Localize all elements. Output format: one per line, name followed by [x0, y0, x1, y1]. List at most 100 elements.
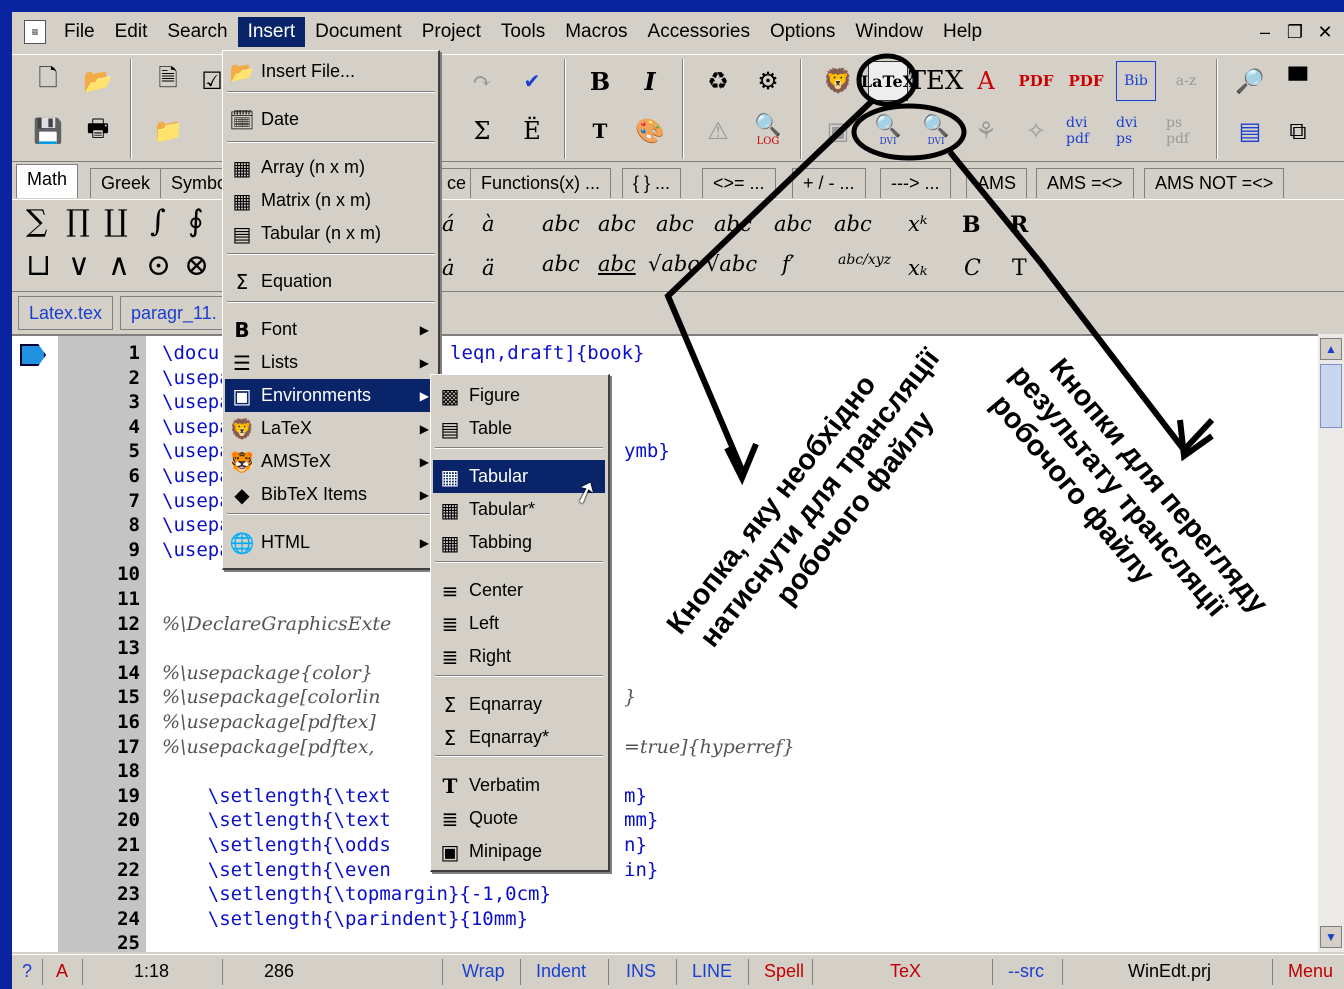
menu-window[interactable]: Window	[845, 17, 933, 47]
warning-icon[interactable]: ⚠	[698, 111, 738, 151]
find-icon[interactable]: 🔎	[1230, 61, 1270, 101]
widehat-symbol[interactable]: abc	[598, 212, 636, 236]
insert-menu-item[interactable]: B Font ▶	[225, 313, 437, 346]
tex-compile-button[interactable]: TEX	[909, 61, 964, 101]
prime-symbol[interactable]: f′	[782, 252, 795, 276]
dvi-to-ps-button[interactable]: dvi ps	[1116, 111, 1156, 151]
dot-accent-symbol[interactable]: ȧ	[442, 256, 455, 280]
sigma-icon[interactable]: Σ	[462, 111, 502, 151]
menu-search[interactable]: Search	[157, 17, 237, 47]
view-log-icon[interactable]: 🔍 LOG	[748, 111, 788, 151]
underline-symbol[interactable]: abc	[598, 252, 636, 276]
menu-accessories[interactable]: Accessories	[638, 17, 760, 47]
insert-menu-item[interactable]: 🗓 Date	[225, 103, 437, 136]
integral-symbol[interactable]: ∫	[150, 204, 166, 239]
code-line[interactable]: 18	[12, 760, 1318, 785]
ps-to-pdf-button[interactable]: ps pdf	[1166, 111, 1206, 151]
environments-menu-item[interactable]: ≣ Right	[433, 640, 605, 673]
code-line[interactable]: 2 \usepa	[12, 367, 1318, 392]
code-line[interactable]: 11	[12, 588, 1318, 613]
close-icon[interactable]: ✕	[1312, 20, 1338, 44]
pdflatex-icon[interactable]: PDF	[1016, 61, 1056, 101]
code-line[interactable]: 13	[12, 637, 1318, 662]
insert-menu-item[interactable]: 🦁 LaTeX ▶	[225, 412, 437, 445]
insert-menu-item[interactable]: ▦ Array (n x m)	[225, 151, 437, 184]
tab-operators[interactable]: + / - ...	[792, 168, 866, 198]
tab-ams-relations[interactable]: AMS =<>	[1036, 168, 1134, 198]
open-folder-icon[interactable]: 📂	[78, 61, 118, 101]
status-src[interactable]: --src	[1008, 961, 1044, 982]
tab-math[interactable]: Math	[16, 164, 79, 198]
environments-menu-item[interactable]: Σ Eqnarray*	[433, 721, 605, 754]
mathrm-symbol[interactable]: T	[1012, 256, 1027, 281]
gears-icon[interactable]: ⚙	[748, 61, 788, 101]
code-line[interactable]: 14 %\usepackage{color}	[12, 662, 1318, 687]
bibtex-button[interactable]: Bib	[1116, 61, 1156, 101]
file-tab-paragr[interactable]: paragr_11.	[120, 296, 228, 330]
vertical-scrollbar[interactable]: ▲ ▼	[1318, 334, 1344, 952]
code-line[interactable]: 1 \docu leqn,draft]{book}	[12, 342, 1318, 367]
ddot-accent-symbol[interactable]: ä	[482, 256, 495, 280]
acrobat-icon[interactable]: A	[966, 61, 1006, 101]
menu-insert[interactable]: Insert	[237, 17, 306, 47]
environments-menu-item[interactable]: T Verbatim	[433, 769, 605, 802]
calculator-icon[interactable]: ▤	[1230, 111, 1270, 151]
code-line[interactable]: 16 %\usepackage[pdftex]	[12, 711, 1318, 736]
document-icon[interactable]: 🗎	[148, 61, 188, 101]
latex-compile-button[interactable]: LaTeX	[861, 61, 915, 101]
recycle-icon[interactable]: ♻	[698, 61, 738, 101]
tab-arrows[interactable]: ---> ...	[880, 168, 951, 198]
environments-menu-item[interactable]: ▩ Figure	[433, 379, 605, 412]
spellcheck-icon[interactable]: ✔	[512, 61, 552, 101]
coproduct-symbol[interactable]: ∐	[104, 204, 128, 239]
code-line[interactable]: 19 \setlength{\text m}	[12, 785, 1318, 810]
dvi-preview-search-icon[interactable]: 🔍 DVI	[868, 111, 908, 151]
product-symbol[interactable]: ∏	[66, 204, 90, 239]
underbrace-symbol[interactable]: abc	[542, 252, 580, 276]
bigvee-symbol[interactable]: ∨	[68, 248, 90, 283]
status-menu[interactable]: Menu	[1288, 961, 1333, 982]
code-line[interactable]: 23 \setlength{\topmargin}{-1,0cm}	[12, 883, 1318, 908]
dvi-to-pdf-button[interactable]: dvi pdf	[1066, 111, 1106, 151]
status-tex[interactable]: TeX	[890, 961, 921, 982]
mathbb-symbol[interactable]: R	[1010, 212, 1028, 238]
insert-menu-item[interactable]: ◆ BibTeX Items ▶	[225, 478, 437, 511]
makeindex-icon[interactable]: a-z	[1166, 61, 1206, 101]
bold-icon[interactable]: B	[580, 61, 620, 101]
menu-edit[interactable]: Edit	[105, 17, 158, 47]
insert-menu-item[interactable]: 🐯 AMSTeX ▶	[225, 445, 437, 478]
status-ins[interactable]: INS	[626, 961, 656, 982]
lion-icon[interactable]: 🦁	[818, 61, 858, 101]
tab-ams-not[interactable]: AMS NOT =<>	[1144, 168, 1285, 198]
status-wrap[interactable]: Wrap	[462, 961, 505, 982]
environments-menu-item[interactable]: ▦ Tabbing	[433, 526, 605, 559]
scroll-down-icon[interactable]: ▼	[1320, 926, 1342, 948]
export-folder-icon[interactable]: 📁	[148, 111, 188, 151]
umlaut-e-icon[interactable]: Ë	[512, 111, 552, 151]
overrightarrow-symbol[interactable]: abc	[714, 212, 752, 236]
code-line[interactable]: 22 \setlength{\even in}	[12, 859, 1318, 884]
new-file-icon[interactable]: 🗋	[28, 61, 68, 101]
environments-menu-item[interactable]: ▤ Table	[433, 412, 605, 445]
minimize-icon[interactable]: –	[1252, 20, 1278, 44]
dvi-preview-icon[interactable]: 🔍 DVI	[916, 111, 956, 151]
insert-menu-item[interactable]: 🌐 HTML ▶	[225, 526, 437, 559]
code-line[interactable]: 21 \setlength{\odds n}	[12, 834, 1318, 859]
tab-braces[interactable]: { } ...	[622, 168, 682, 198]
mathbf-symbol[interactable]: B	[962, 212, 981, 238]
acute-accent-symbol[interactable]: á	[442, 212, 455, 236]
app-document-icon[interactable]: ≡	[24, 20, 46, 44]
file-tab-latex[interactable]: Latex.tex	[18, 296, 114, 330]
status-spell[interactable]: Spell	[764, 961, 804, 982]
redo-icon[interactable]: ↷	[462, 61, 502, 101]
tab-ams[interactable]: AMS	[966, 168, 1028, 198]
menu-tools[interactable]: Tools	[491, 17, 555, 47]
save-icon[interactable]: 💾	[28, 111, 68, 151]
insert-menu-item[interactable]: Σ Equation	[225, 265, 437, 298]
disabled-preview-icon[interactable]: ▣	[818, 111, 858, 151]
status-project[interactable]: WinEdt.prj	[1128, 961, 1211, 982]
environments-menu-item[interactable]: ≣ Left	[433, 607, 605, 640]
bigotimes-symbol[interactable]: ⊗	[184, 248, 209, 283]
overleftarrow-symbol[interactable]: abc	[656, 212, 694, 236]
print-icon[interactable]: 🖶	[78, 111, 118, 151]
